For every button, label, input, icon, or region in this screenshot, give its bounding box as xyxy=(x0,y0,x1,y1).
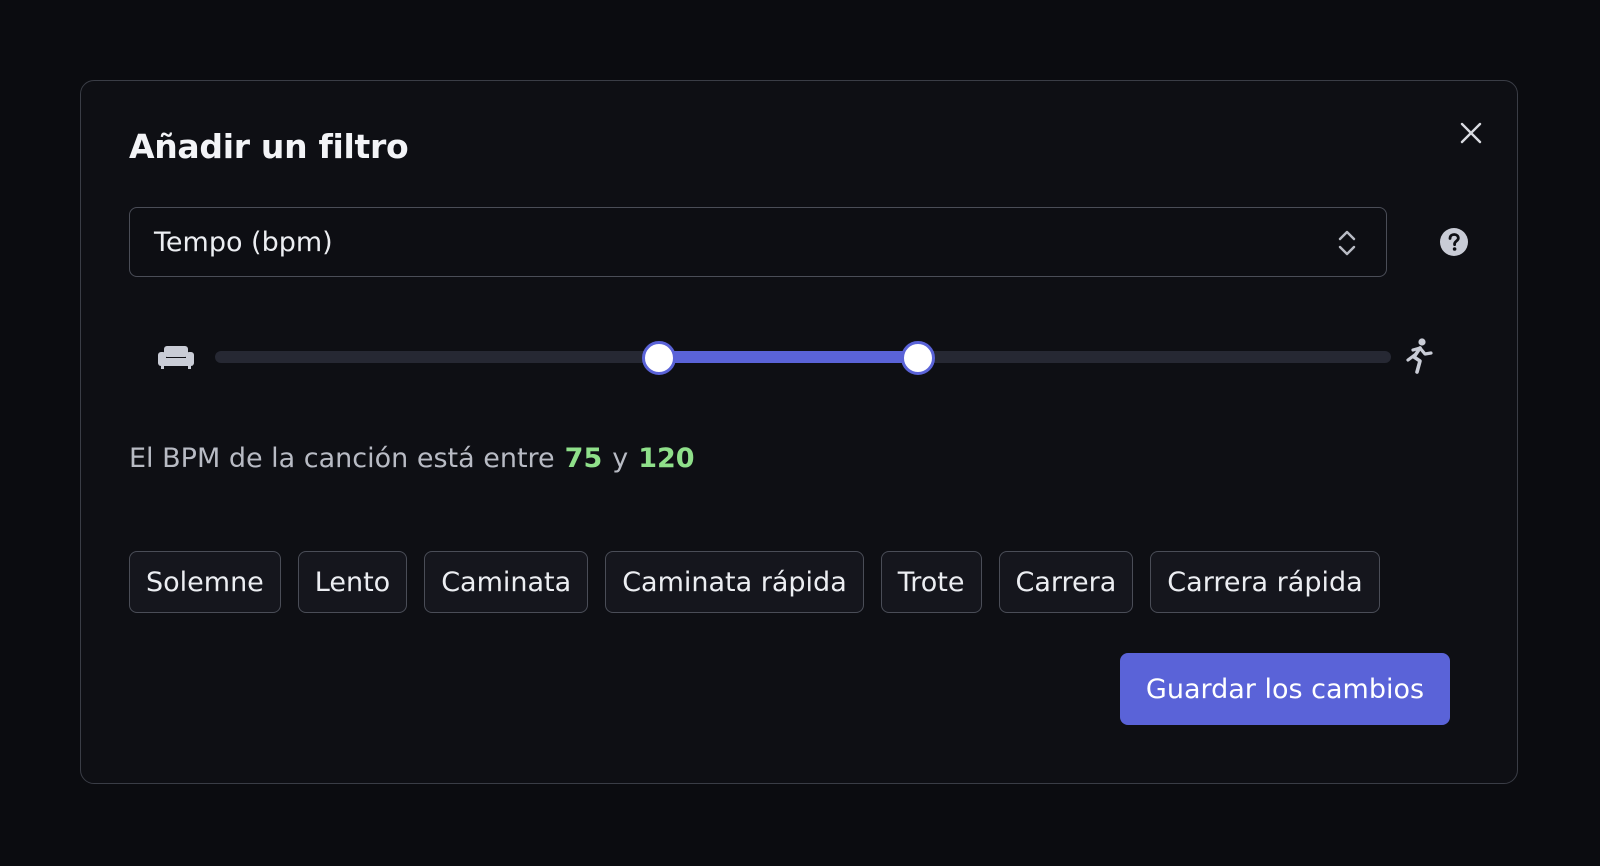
preset-chip[interactable]: Carrera rápida xyxy=(1150,551,1380,613)
summary-conjunction: y xyxy=(612,443,629,474)
save-button[interactable]: Guardar los cambios xyxy=(1120,653,1450,725)
slider-min-handle[interactable] xyxy=(642,341,677,375)
preset-chip[interactable]: Carrera xyxy=(998,551,1134,613)
question-circle-icon[interactable] xyxy=(1439,227,1469,257)
close-button[interactable] xyxy=(1453,115,1489,151)
slider-selected-range xyxy=(658,351,918,363)
preset-chip[interactable]: Trote xyxy=(880,551,982,613)
dialog-title: Añadir un filtro xyxy=(129,127,409,166)
chevron-up-down-icon xyxy=(1338,230,1356,256)
running-person-icon xyxy=(1406,338,1433,374)
close-icon xyxy=(1460,122,1482,144)
summary-text: El BPM de la canción está entre xyxy=(129,443,555,474)
preset-chip[interactable]: Lento xyxy=(297,551,408,613)
tempo-presets: Solemne Lento Caminata Caminata rápida T… xyxy=(129,551,1380,613)
filter-type-select[interactable]: Tempo (bpm) xyxy=(129,207,1387,277)
add-filter-dialog: Añadir un filtro Tempo (bpm) El BPM de l… xyxy=(80,80,1518,784)
slider-max-handle[interactable] xyxy=(901,341,936,375)
preset-chip[interactable]: Solemne xyxy=(129,551,281,613)
filter-type-value: Tempo (bpm) xyxy=(154,226,333,258)
preset-chip[interactable]: Caminata xyxy=(424,551,589,613)
bpm-min-value: 75 xyxy=(564,443,603,474)
bpm-range-summary: El BPM de la canción está entre 75 y 120 xyxy=(129,443,695,474)
bpm-max-value: 120 xyxy=(638,443,695,474)
tempo-range-slider xyxy=(157,331,1437,381)
preset-chip[interactable]: Caminata rápida xyxy=(605,551,864,613)
couch-icon xyxy=(158,346,194,369)
slider-track[interactable] xyxy=(215,341,1391,375)
